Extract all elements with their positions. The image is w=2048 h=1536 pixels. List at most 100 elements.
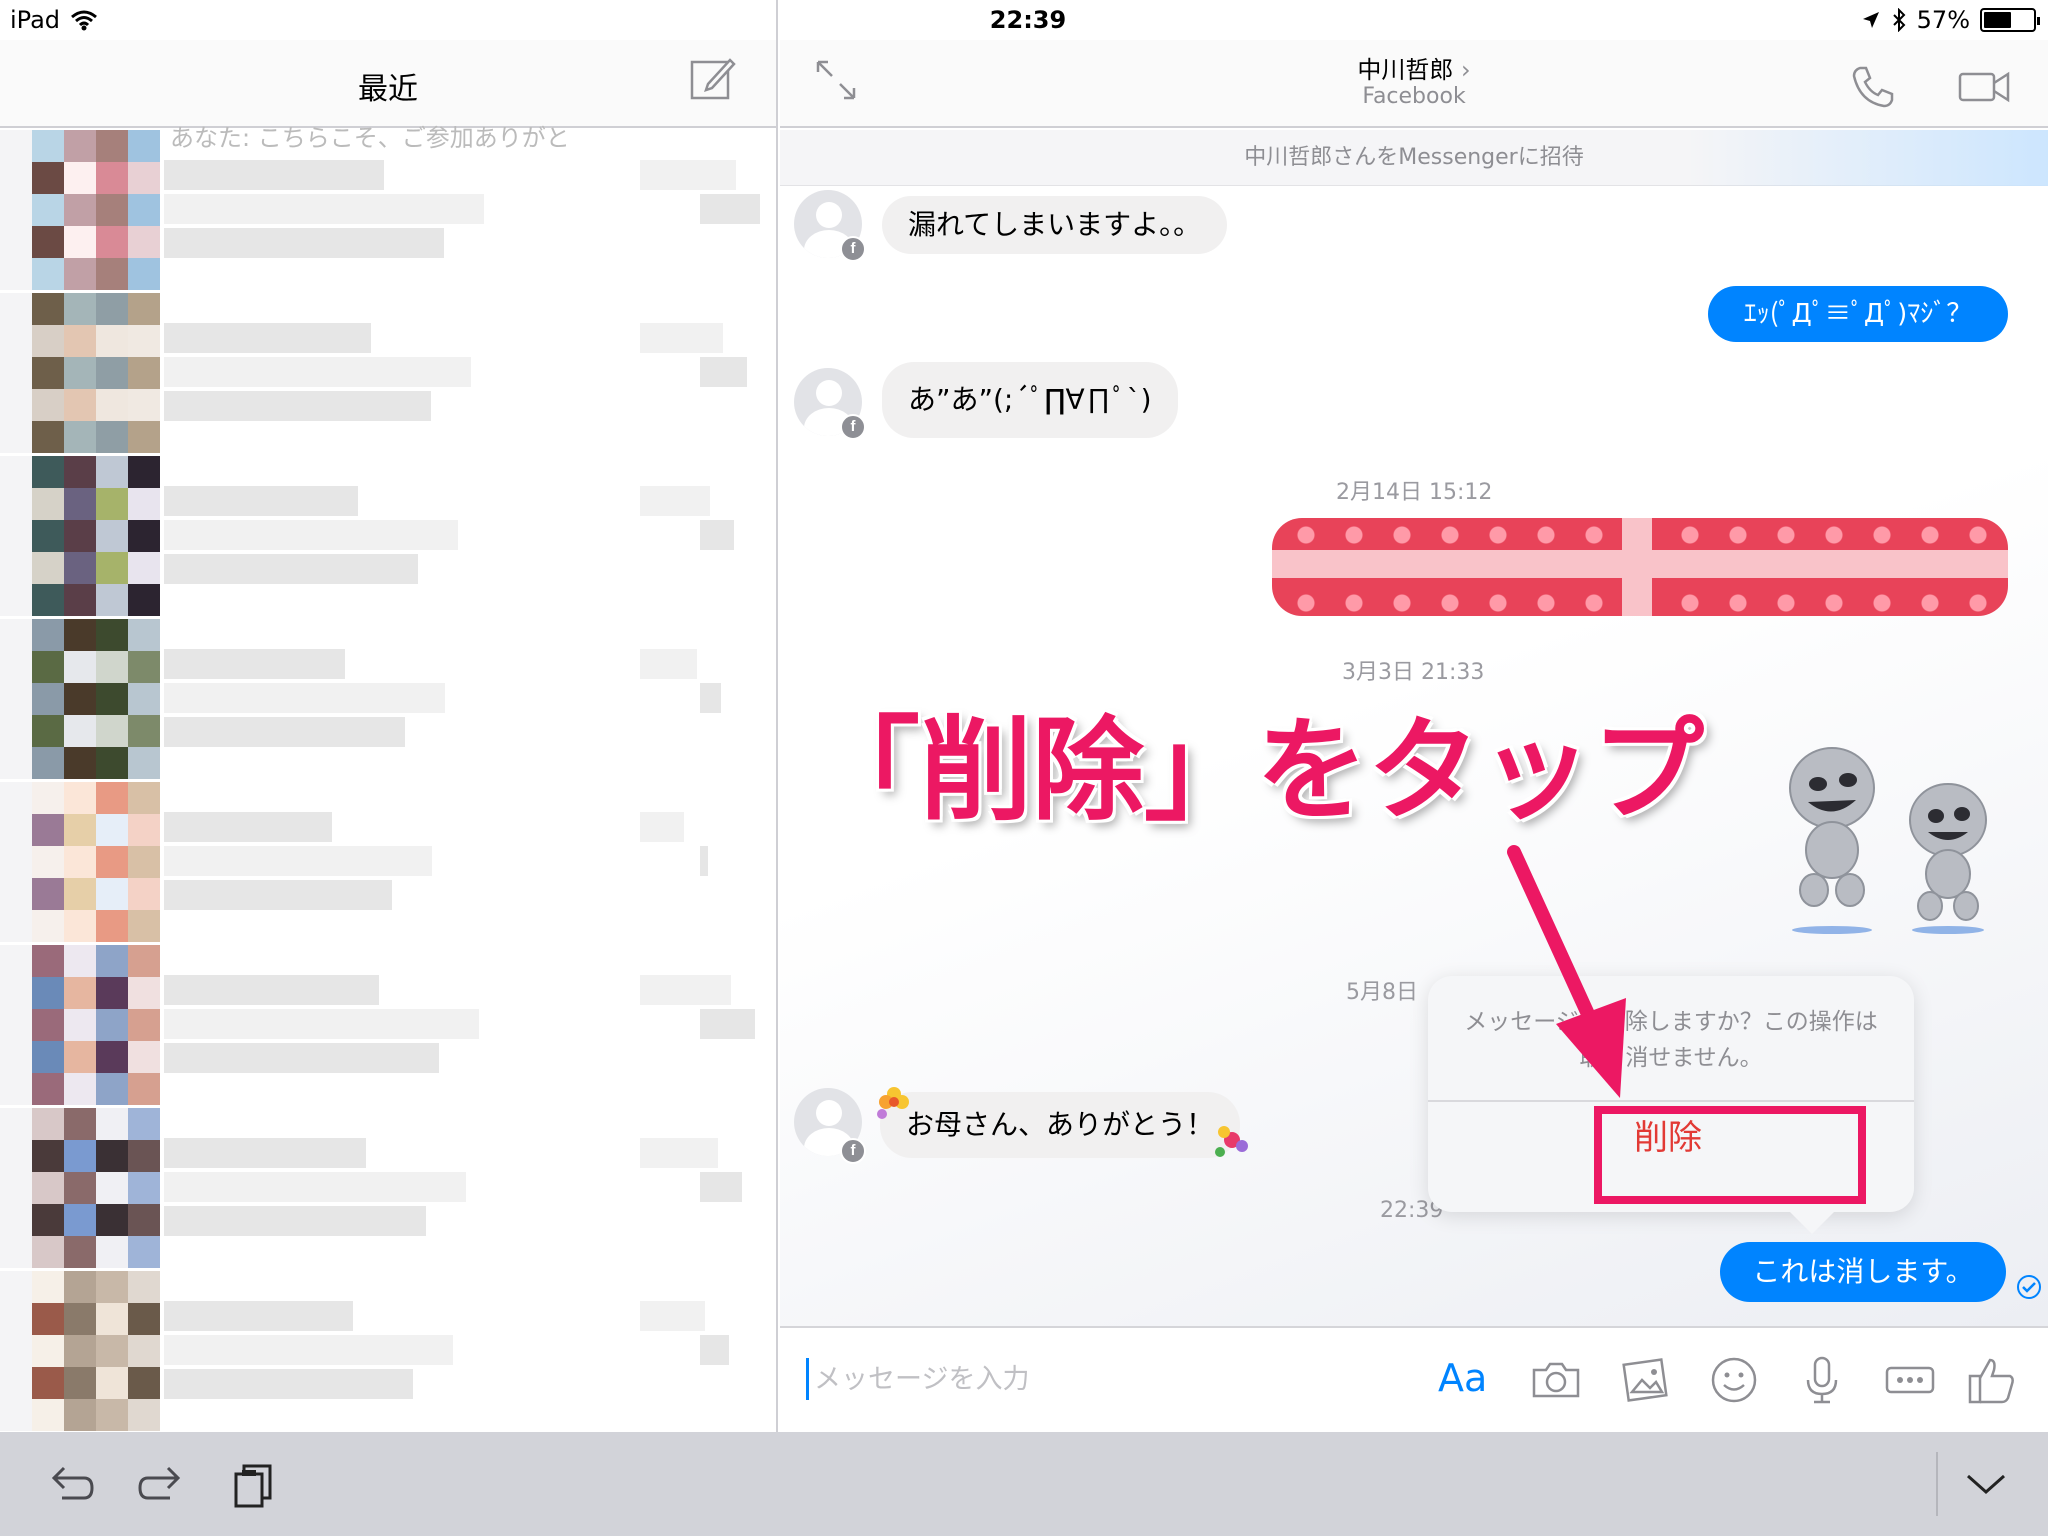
avatar <box>0 130 160 290</box>
blurred-text <box>640 160 736 190</box>
message-outgoing[interactable]: ｴｯ(ﾟДﾟ≡ﾟДﾟ)ﾏｼﾞ？ <box>1708 286 2008 342</box>
avatar <box>0 782 160 942</box>
blurred-text <box>640 812 684 842</box>
bluetooth-icon <box>1892 8 1906 32</box>
flower-icon <box>877 1087 909 1119</box>
annotation-arrow-icon <box>1507 845 1626 1098</box>
blurred-text <box>164 975 379 1005</box>
avatar <box>0 456 160 616</box>
robot-sticker[interactable] <box>1770 740 2010 940</box>
keyboard-dismiss-icon[interactable] <box>1960 1458 2012 1510</box>
blurred-text <box>164 520 458 550</box>
undo-icon[interactable] <box>44 1458 96 1510</box>
chat-header: 中川哲郎 › Facebook <box>780 40 2048 128</box>
blurred-text <box>164 194 484 224</box>
blurred-text <box>164 1369 413 1399</box>
message-outgoing[interactable]: これは消します。 <box>1720 1242 2006 1302</box>
photo-icon[interactable] <box>1620 1354 1672 1406</box>
blurred-text <box>164 1043 439 1073</box>
list-item[interactable] <box>0 619 776 779</box>
blurred-text <box>700 520 734 550</box>
conversation-list-header: 最近 <box>0 40 776 128</box>
text-style-button[interactable]: Aa <box>1438 1356 1487 1400</box>
conversation-list[interactable]: あなた: こちらこそ、ご参加ありがと <box>0 124 776 1432</box>
message-input[interactable] <box>814 1356 1314 1402</box>
clipboard-icon[interactable] <box>228 1458 280 1510</box>
blurred-text <box>164 717 405 747</box>
list-item[interactable] <box>0 782 776 942</box>
invite-to-messenger-banner[interactable]: 中川哲郎さんをMessengerに招待 <box>780 130 2048 186</box>
blurred-text <box>700 846 708 876</box>
video-icon[interactable] <box>1958 68 2012 106</box>
timestamp: 2月14日 15:12 <box>1336 480 1493 505</box>
timestamp: 5月8日 <box>1346 980 1418 1005</box>
list-item[interactable] <box>0 130 776 290</box>
blurred-text <box>700 194 760 224</box>
blurred-text <box>640 486 710 516</box>
blurred-text <box>164 1172 466 1202</box>
more-icon[interactable] <box>1884 1354 1936 1406</box>
list-item[interactable] <box>0 456 776 616</box>
mic-icon[interactable] <box>1796 1354 1848 1406</box>
sent-check-icon <box>2017 1275 2041 1299</box>
avatar <box>0 1108 160 1268</box>
avatar <box>0 293 160 453</box>
list-item[interactable] <box>0 1271 776 1431</box>
blurred-text <box>164 846 432 876</box>
avatar <box>0 1271 160 1431</box>
annotation-caption: 「削除」をタップ <box>808 706 1704 836</box>
message-incoming[interactable]: あ”あ”(;´ﾟ∏∀∏ﾟ`) <box>882 362 1178 438</box>
blurred-text <box>700 683 721 713</box>
facebook-badge-icon: f <box>840 414 866 440</box>
blurred-text <box>700 1172 742 1202</box>
blurred-text <box>164 391 431 421</box>
blurred-text <box>164 812 332 842</box>
location-icon <box>1862 12 1879 28</box>
blurred-text <box>164 228 444 258</box>
blurred-text <box>164 554 418 584</box>
emoji-icon[interactable] <box>1708 1354 1760 1406</box>
blurred-text <box>640 1301 705 1331</box>
gift-sticker[interactable] <box>1272 518 2008 616</box>
blurred-text <box>700 1009 755 1039</box>
compose-icon[interactable] <box>690 56 736 102</box>
blurred-text <box>640 649 697 679</box>
keyboard-shortcut-bar <box>0 1432 2048 1536</box>
blurred-text <box>164 160 384 190</box>
facebook-badge-icon: f <box>840 236 866 262</box>
list-item[interactable] <box>0 293 776 453</box>
blurred-text <box>164 649 345 679</box>
blurred-text <box>640 1138 718 1168</box>
conversation-list-pane: 最近 あなた: こちらこそ、ご参加ありがと <box>0 0 778 1432</box>
list-item[interactable] <box>0 945 776 1105</box>
delete-highlight-box <box>1594 1106 1866 1204</box>
blurred-text <box>164 1335 453 1365</box>
message-composer: Aa <box>780 1326 2048 1432</box>
battery-percent: 57% <box>1916 6 1970 34</box>
list-item[interactable] <box>0 1108 776 1268</box>
redo-icon[interactable] <box>136 1458 188 1510</box>
blurred-text <box>164 1009 479 1039</box>
flower-icon <box>1215 1126 1248 1157</box>
blurred-text <box>164 357 471 387</box>
like-icon[interactable] <box>1966 1354 2018 1406</box>
message-incoming[interactable]: お母さん、ありがとう！ <box>880 1092 1241 1158</box>
blurred-text <box>164 323 371 353</box>
battery-icon <box>1980 8 2040 32</box>
blurred-text <box>164 1301 353 1331</box>
blurred-text <box>700 1335 729 1365</box>
avatar <box>0 619 160 779</box>
page-title: 最近 <box>358 72 418 107</box>
blurred-text <box>640 975 731 1005</box>
phone-icon[interactable] <box>1850 64 1896 110</box>
message-incoming[interactable]: 漏れてしまいますよ。。 <box>882 196 1228 254</box>
blurred-text <box>164 880 392 910</box>
blurred-text <box>164 1206 426 1236</box>
blurred-text <box>164 486 358 516</box>
chevron-right-icon: › <box>1461 56 1471 84</box>
blurred-text <box>164 683 445 713</box>
avatar <box>0 945 160 1105</box>
camera-icon[interactable] <box>1530 1354 1582 1406</box>
divider <box>1936 1452 1938 1516</box>
text-cursor <box>806 1358 809 1400</box>
